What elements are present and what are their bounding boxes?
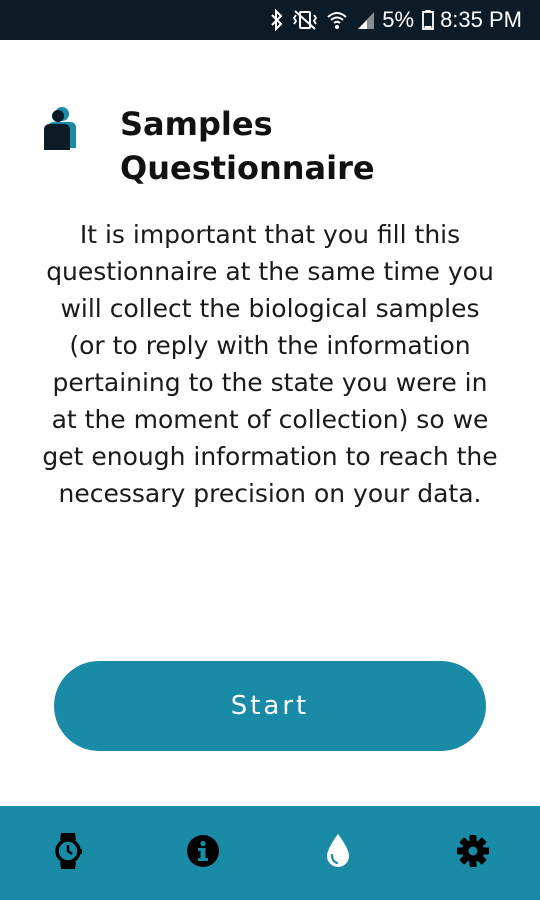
bottom-nav — [0, 806, 540, 900]
wifi-icon — [326, 9, 348, 31]
bluetooth-icon — [270, 9, 284, 31]
signal-icon — [356, 9, 376, 31]
clock: 8:35 PM — [440, 7, 522, 32]
nav-item-info[interactable] — [163, 806, 243, 900]
page-title: Samples Questionnaire — [120, 105, 375, 187]
person-icon — [44, 106, 78, 152]
drop-icon — [325, 833, 351, 873]
nav-item-settings[interactable] — [433, 806, 513, 900]
nav-item-samples[interactable] — [298, 806, 378, 900]
battery-percent: 5% — [382, 7, 415, 32]
nav-item-watch[interactable] — [28, 806, 108, 900]
start-button[interactable]: Start — [54, 661, 486, 751]
status-bar: 5% 8:35 PM — [0, 0, 540, 40]
info-icon — [186, 834, 220, 872]
battery-icon — [422, 9, 434, 31]
gear-icon — [456, 834, 490, 872]
watch-icon — [53, 831, 83, 875]
main-content: Samples Questionnaire It is important th… — [0, 40, 540, 806]
description-text: It is important that you fill this quest… — [42, 220, 498, 508]
page-header: Samples Questionnaire — [44, 102, 440, 190]
vibrate-icon — [292, 9, 318, 31]
